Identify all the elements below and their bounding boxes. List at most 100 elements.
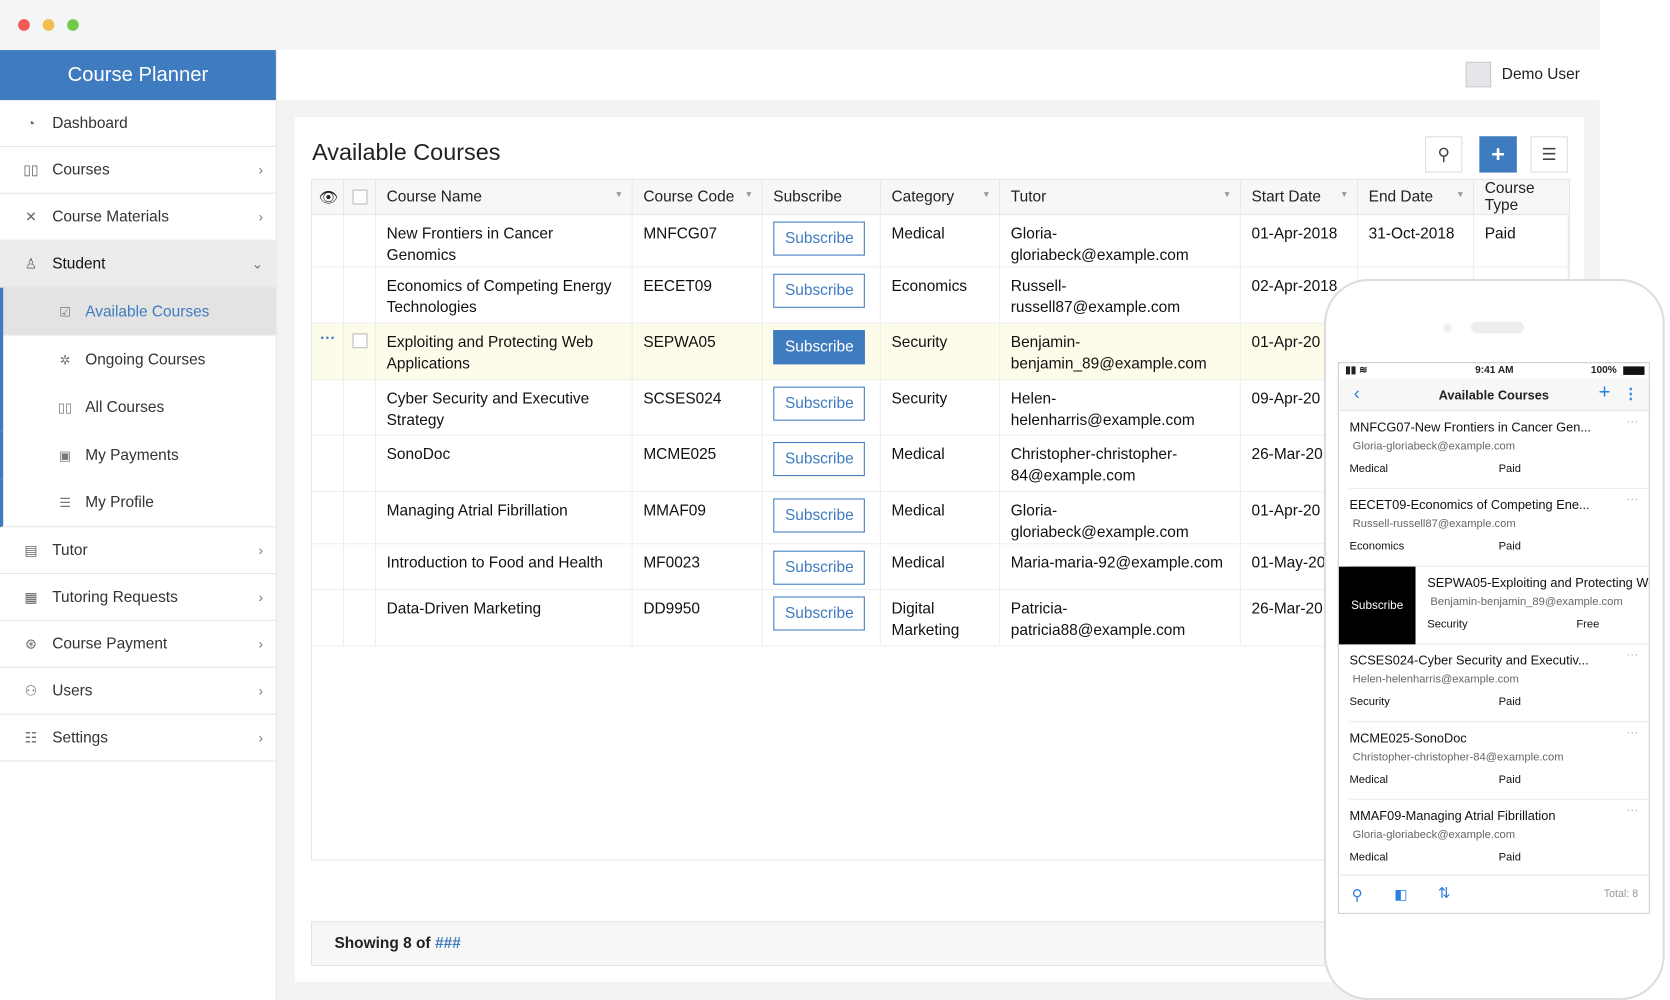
sidebar-item-available-courses[interactable]: ☑ Available Courses	[0, 287, 276, 336]
table-row[interactable]: New Frontiers in Cancer Genomics MNFCG07 S…	[311, 214, 1570, 268]
menu-button[interactable]: ☰	[1530, 136, 1568, 173]
sidebar-item-tutor[interactable]: ▤ Tutor ›	[0, 527, 276, 575]
row-checkbox[interactable]	[352, 333, 368, 349]
sort-icon[interactable]: ▼	[982, 190, 990, 200]
mobile-item-type: Paid	[1498, 851, 1521, 864]
column-header-start-date[interactable]: Start Date ▼	[1239, 178, 1359, 216]
sidebar-item-course-materials[interactable]: ✕ Course Materials ›	[0, 194, 276, 241]
subscribe-button[interactable]: Subscribe	[773, 221, 866, 256]
sidebar-item-all-courses[interactable]: ▯▯ All Courses	[0, 383, 276, 432]
row-checkbox-cell[interactable]	[343, 379, 376, 436]
row-checkbox-cell[interactable]	[343, 589, 376, 647]
mobile-item-category: Medical	[1349, 773, 1389, 787]
mobile-list-item[interactable]: SCSES024-Cyber Security and Executiv... H…	[1349, 644, 1649, 723]
row-checkbox-cell[interactable]	[343, 323, 376, 381]
subscribe-button[interactable]: Subscribe	[773, 442, 866, 477]
sidebar-item-users[interactable]: ⚇ Users ›	[0, 668, 276, 715]
more-icon[interactable]: ···	[320, 330, 335, 347]
add-course-button[interactable]: +	[1479, 136, 1517, 173]
total-count-link[interactable]: ###	[435, 935, 461, 952]
sidebar-item-ongoing-courses[interactable]: ✲ Ongoing Courses	[0, 335, 276, 384]
minimize-window-button[interactable]	[42, 19, 55, 31]
column-header-course-code[interactable]: Course Code ▼	[631, 178, 763, 216]
row-checkbox-cell[interactable]	[343, 266, 376, 324]
course-name[interactable]: Managing Atrial Fibrillation	[375, 491, 633, 545]
mobile-add-icon[interactable]: +	[1599, 381, 1611, 404]
course-name[interactable]: New Frontiers in Cancer Genomics	[375, 214, 633, 268]
sidebar-item-course-payment[interactable]: ⊛ Course Payment ›	[0, 621, 276, 668]
column-header-tutor[interactable]: Tutor ▼	[999, 178, 1241, 216]
course-name[interactable]: Economics of Competing Energy Technologi…	[375, 266, 633, 324]
mobile-list-item[interactable]: MMAF09-Managing Atrial Fibrillation Glori…	[1349, 800, 1649, 878]
course-name[interactable]: Introduction to Food and Health	[375, 543, 633, 591]
mobile-list-item[interactable]: Subscribe SEPWA05-Exploiting and Protect…	[1338, 566, 1649, 645]
row-actions[interactable]	[311, 543, 345, 591]
row-actions[interactable]	[311, 589, 345, 647]
mobile-sort-icon[interactable]: ⇅	[1438, 884, 1450, 902]
status-bar: ▮▮ ≋ 9:41 AM 100%	[1339, 363, 1649, 379]
mobile-group-icon[interactable]: ◧	[1394, 886, 1407, 903]
course-code: MNFCG07	[632, 214, 763, 268]
sidebar-item-settings[interactable]: ☷ Settings ›	[0, 715, 276, 762]
row-checkbox-cell[interactable]	[343, 214, 376, 268]
mobile-list-item[interactable]: MCME025-SonoDoc Christopher-christopher-8…	[1349, 722, 1649, 800]
course-name[interactable]: Exploiting and Protecting Web Applicatio…	[375, 323, 633, 381]
course-name[interactable]: Cyber Security and Executive Strategy	[375, 379, 633, 436]
subscribe-button[interactable]: Subscribe	[773, 330, 866, 365]
sidebar-item-tutoring-requests[interactable]: ▦ Tutoring Requests ›	[0, 574, 276, 621]
course-name[interactable]: SonoDoc	[375, 435, 633, 493]
close-window-button[interactable]	[18, 19, 30, 31]
mobile-list-item[interactable]: MNFCG07-New Frontiers in Cancer Gen... Gl…	[1349, 411, 1649, 489]
avatar[interactable]	[1465, 61, 1492, 88]
subscribe-button[interactable]: Subscribe	[773, 550, 866, 585]
sidebar-item-my-payments[interactable]: ▣ My Payments	[0, 431, 276, 480]
column-header-category[interactable]: Category ▼	[879, 178, 1001, 216]
sidebar-item-label: Ongoing Courses	[85, 350, 206, 368]
mobile-search-icon[interactable]: ⚲	[1352, 886, 1363, 904]
swipe-subscribe-button[interactable]: Subscribe	[1338, 566, 1416, 645]
search-button[interactable]: ⚲	[1425, 136, 1463, 173]
column-visibility-toggle[interactable]: 👁	[311, 178, 345, 216]
user-name[interactable]: Demo User	[1502, 66, 1580, 83]
sort-icon[interactable]: ▼	[745, 190, 753, 200]
subscribe-button[interactable]: Subscribe	[773, 386, 866, 421]
mobile-list-item[interactable]: EECET09-Economics of Competing Ene... Rus…	[1349, 489, 1649, 567]
mobile-more-icon[interactable]: ⋮	[1623, 385, 1638, 403]
subscribe-button[interactable]: Subscribe	[773, 273, 866, 308]
sidebar-item-dashboard[interactable]: ◔ Dashboard	[0, 100, 276, 147]
sidebar-item-label: All Courses	[85, 398, 165, 416]
maximize-window-button[interactable]	[67, 19, 79, 31]
row-checkbox-cell[interactable]	[343, 491, 376, 545]
row-actions[interactable]	[311, 435, 345, 493]
column-header-end-date[interactable]: End Date ▼	[1356, 178, 1475, 216]
sort-icon[interactable]: ▼	[615, 190, 623, 200]
subscribe-button[interactable]: Subscribe	[773, 596, 866, 631]
sort-icon[interactable]: ▼	[1340, 190, 1348, 200]
select-all-checkbox[interactable]	[342, 178, 376, 216]
more-icon[interactable]: ···	[1626, 415, 1638, 428]
sidebar-item-student[interactable]: ♙ Student ⌄	[0, 240, 276, 288]
more-icon[interactable]: ···	[1626, 804, 1638, 817]
row-checkbox-cell[interactable]	[343, 435, 376, 493]
row-actions[interactable]	[311, 214, 345, 268]
subscribe-button[interactable]: Subscribe	[773, 498, 866, 533]
row-actions[interactable]: ···	[311, 323, 345, 381]
column-header-subscribe: Subscribe	[761, 178, 881, 216]
sort-icon[interactable]: ▼	[1223, 190, 1231, 200]
sort-icon[interactable]: ▼	[1456, 190, 1464, 200]
column-header-course-type[interactable]: Course Type	[1473, 178, 1570, 216]
mobile-total: Total: 8	[1603, 888, 1639, 901]
row-actions[interactable]	[311, 266, 345, 324]
row-actions[interactable]	[311, 379, 345, 436]
course-name[interactable]: Data-Driven Marketing	[375, 589, 633, 647]
sidebar-item-courses[interactable]: ▯▯ Courses ›	[0, 147, 276, 194]
subscribe-cell: Subscribe	[762, 323, 881, 381]
mobile-course-list: MNFCG07-New Frontiers in Cancer Gen... Gl…	[1338, 411, 1649, 878]
row-actions[interactable]	[311, 491, 345, 545]
more-icon[interactable]: ···	[1626, 493, 1638, 506]
column-header-course-name[interactable]: Course Name ▼	[374, 178, 633, 216]
sidebar-item-my-profile[interactable]: ☰ My Profile	[0, 479, 276, 528]
row-checkbox-cell[interactable]	[343, 543, 376, 591]
more-icon[interactable]: ···	[1626, 726, 1638, 739]
more-icon[interactable]: ···	[1626, 649, 1638, 662]
